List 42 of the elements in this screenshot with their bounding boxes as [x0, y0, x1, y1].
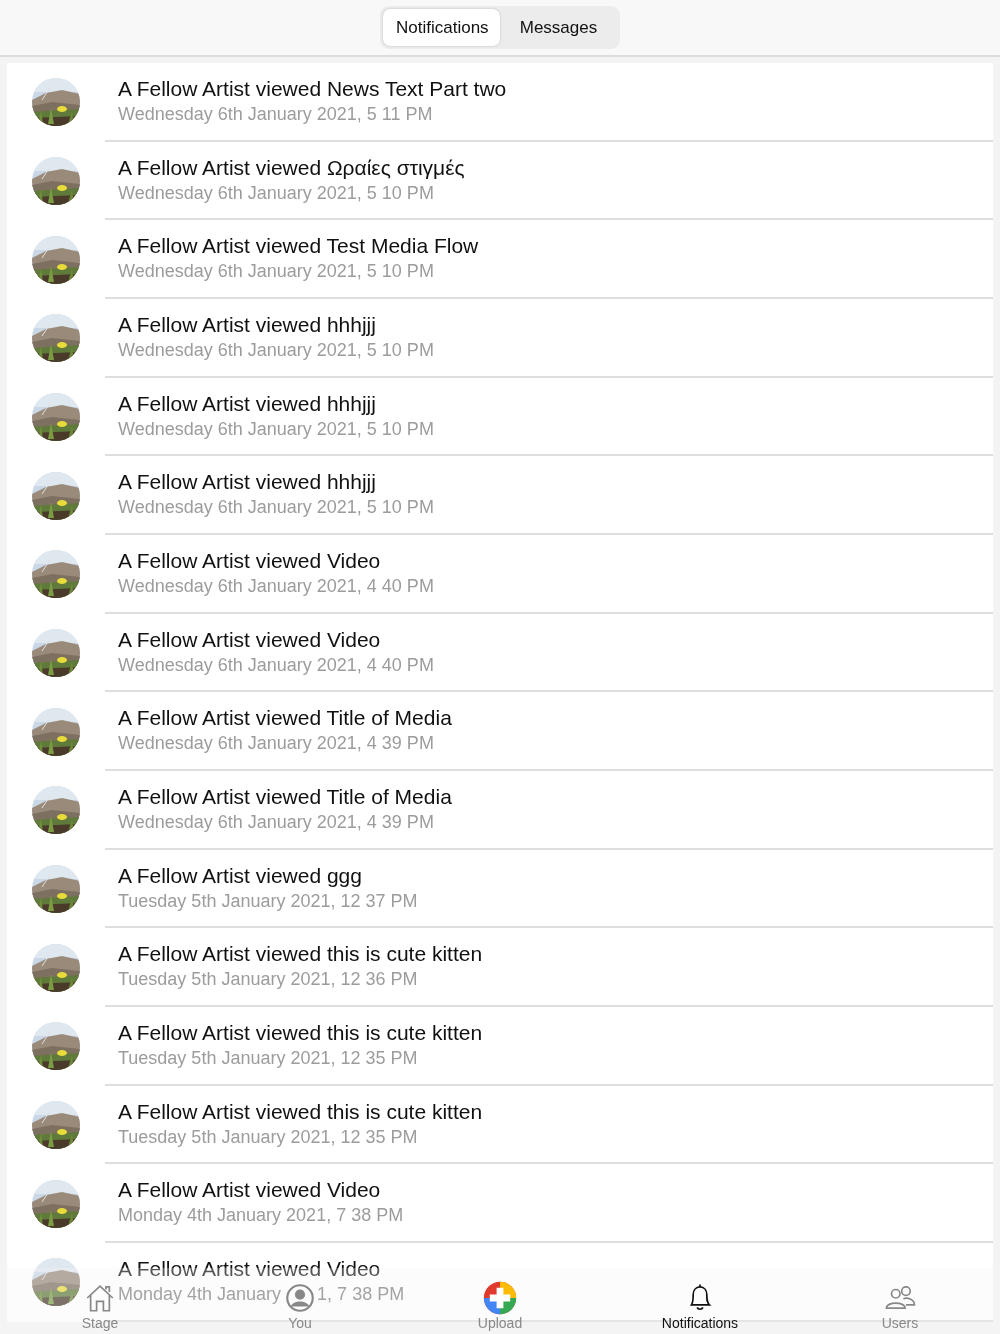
notification-time: 1, 7 38 PM	[317, 1282, 405, 1306]
notification-title: A Fellow Artist viewed Video	[118, 1257, 382, 1280]
notification-time: Tuesday 5th January 2021, 12 36 PM	[118, 968, 419, 992]
notification-title: A Fellow Artist viewed Video	[118, 628, 382, 651]
notification-title: A Fellow Artist viewed hhhjjj	[118, 392, 377, 415]
notification-title: A Fellow Artist viewed Ωραίες στιγμές	[118, 156, 466, 179]
notification-title: A Fellow Artist viewed Title of Media	[118, 707, 453, 730]
notification-time: Wednesday 6th January 2021, 4 39 PM	[118, 810, 435, 834]
tab-bar-item[interactable]: Stage	[81, 1281, 119, 1332]
notification-title: A Fellow Artist viewed hhhjjj	[118, 313, 377, 336]
notification-title: A Fellow Artist viewed this is cute kitten	[118, 943, 484, 966]
notification-time: Tuesday 5th January 2021, 12 35 PM	[118, 1046, 419, 1070]
plus-icon	[483, 1281, 517, 1315]
person-icon	[283, 1281, 317, 1315]
notification-time: Monday 4th January 2021, 7 38 PM	[118, 1204, 405, 1228]
notification-title: A Fellow Artist viewed this is cute kitten	[118, 1021, 484, 1044]
notification-title: A Fellow Artist viewed Video	[118, 549, 382, 572]
segment-tab[interactable]: Notifications	[383, 8, 500, 47]
segment-tab[interactable]: Messages	[500, 8, 617, 47]
notification-title: A Fellow Artist viewed Title of Media	[118, 785, 453, 808]
notification-time: Wednesday 6th January 2021, 4 39 PM	[118, 732, 435, 756]
notification-time: Wednesday 6th January 2021, 5 10 PM	[118, 181, 435, 205]
notification-title: A Fellow Artist viewed this is cute kitten	[118, 1100, 484, 1123]
tab-bar-item[interactable]: You	[283, 1281, 317, 1332]
notification-time: Wednesday 6th January 2021, 5 10 PM	[118, 496, 435, 520]
tab-bar-item[interactable]: Upload	[477, 1281, 523, 1332]
notification-title: A Fellow Artist viewed News Text Part two	[118, 78, 508, 100]
notification-time: Tuesday 5th January 2021, 12 37 PM	[118, 889, 419, 913]
notification-time: Wednesday 6th January 2021, 5 10 PM	[118, 338, 435, 362]
notification-time: Wednesday 6th January 2021, 4 40 PM	[118, 653, 435, 677]
tab-bar-item[interactable]: Notifications	[661, 1281, 739, 1332]
notification-time: Wednesday 6th January 2021, 5 11 PM	[118, 103, 434, 126]
notification-time: Monday 4th January	[118, 1282, 282, 1306]
notification-time: Wednesday 6th January 2021, 5 10 PM	[118, 260, 435, 284]
notification-time: Wednesday 6th January 2021, 5 10 PM	[118, 417, 435, 441]
notification-time: Tuesday 5th January 2021, 12 35 PM	[118, 1125, 419, 1149]
notification-title: A Fellow Artist viewed hhhjjj	[118, 471, 377, 494]
tab-bar-item[interactable]: Users	[881, 1281, 919, 1332]
notification-time: Wednesday 6th January 2021, 4 40 PM	[118, 574, 435, 598]
notification-title: A Fellow Artist viewed Test Media Flow	[118, 235, 480, 258]
notification-title: A Fellow Artist viewed Video	[118, 1179, 382, 1202]
notification-title: A Fellow Artist viewed ggg	[118, 864, 363, 887]
